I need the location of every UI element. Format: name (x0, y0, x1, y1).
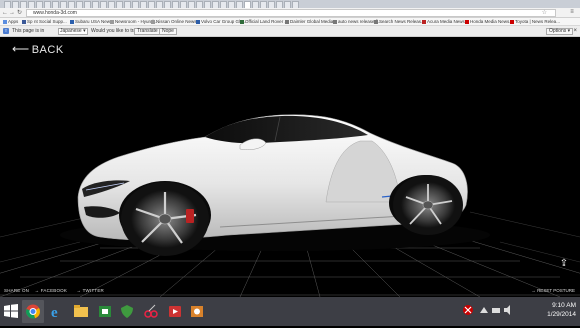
left-arrow-icon: ⟵ (12, 42, 30, 56)
share-links: SHARE ON → FACEBOOK → TWITTER (4, 288, 112, 293)
photo-app-icon[interactable] (186, 300, 208, 323)
browser-tab[interactable] (100, 1, 107, 8)
tray-icons[interactable] (462, 304, 522, 316)
browser-tab[interactable] (260, 1, 267, 8)
bookmark-item[interactable]: Apps (3, 19, 18, 25)
clock-date: 1/29/2014 (547, 311, 576, 318)
snipping-tool-icon[interactable] (140, 300, 162, 323)
browser-tab[interactable] (12, 1, 19, 8)
browser-tab[interactable] (116, 1, 123, 8)
browser-tab[interactable] (156, 1, 163, 8)
browser-tab[interactable] (228, 1, 235, 8)
options-button[interactable]: Options ▾ (546, 28, 574, 35)
browser-tab[interactable] (212, 1, 219, 8)
browser-tab[interactable] (92, 1, 99, 8)
bookmark-item[interactable]: Sp (22, 19, 33, 25)
browser-tab[interactable] (28, 1, 35, 8)
forward-arrow-icon[interactable]: → (9, 9, 15, 17)
translate-bar: T This page is in Japanese ▾ Would you l… (0, 26, 580, 37)
bookmark-item[interactable]: Subaru USA News (70, 19, 112, 25)
translate-icon: T (3, 28, 9, 34)
browser-tab[interactable] (292, 1, 299, 8)
rear-wheel (393, 175, 463, 235)
translate-button[interactable]: Translate (134, 28, 161, 35)
bookmark-item[interactable]: Daimler Global Media... (285, 19, 337, 25)
browser-tab[interactable] (20, 1, 27, 8)
media-icon[interactable] (164, 300, 186, 323)
browser-tab[interactable] (196, 1, 203, 8)
bookmark-item[interactable]: Nissan Online News... (151, 19, 200, 25)
browser-tab[interactable] (148, 1, 155, 8)
browser-tab[interactable] (52, 1, 59, 8)
back-button[interactable]: ⟵ BACK (12, 43, 64, 56)
browser-tab[interactable] (132, 1, 139, 8)
address-bar[interactable]: www.honda-3d.com ☆ (26, 9, 556, 17)
twitter-link[interactable]: → TWITTER (77, 288, 108, 293)
browser-tab[interactable] (108, 1, 115, 8)
browser-tab-active[interactable] (244, 1, 251, 8)
browser-tab[interactable] (252, 1, 259, 8)
car-scene (0, 37, 580, 297)
bookmarks-bar: Apps Sp nt Social Supp... Subaru USA New… (0, 18, 580, 26)
facebook-link[interactable]: → FACEBOOK (35, 288, 72, 293)
share-icon[interactable]: ⇪ (558, 259, 570, 271)
browser-tab[interactable] (236, 1, 243, 8)
close-icon[interactable]: × (573, 28, 577, 34)
reset-posture-link[interactable]: → RESET POSTURE (531, 288, 575, 293)
reload-icon[interactable]: ↻ (17, 9, 22, 17)
browser-tab[interactable] (268, 1, 275, 8)
shield-icon[interactable] (116, 300, 138, 323)
bookmark-item[interactable]: Honda Media News... (465, 19, 513, 25)
browser-tab[interactable] (68, 1, 75, 8)
bookmark-item[interactable]: nt Social Supp... (34, 19, 67, 25)
windows-taskbar: e 9:10 AM 1/29/2014 (0, 297, 580, 326)
store-icon[interactable] (94, 300, 116, 323)
translate-prefix: This page is in (12, 28, 45, 34)
tab-strip (0, 0, 580, 8)
internet-explorer-icon[interactable]: e (46, 300, 68, 323)
browser-tab[interactable] (124, 1, 131, 8)
browser-tab[interactable] (172, 1, 179, 8)
back-arrow-icon[interactable]: ← (2, 9, 8, 17)
bookmark-item[interactable]: Official Land Rover ... (240, 19, 288, 25)
file-explorer-icon[interactable] (70, 300, 92, 323)
browser-tab[interactable] (284, 1, 291, 8)
svg-text:e: e (51, 305, 58, 321)
browser-tab[interactable] (276, 1, 283, 8)
navigation-bar: ← → ↻ www.honda-3d.com ☆ ≡ (0, 8, 580, 18)
car-3d-viewer[interactable]: ⟵ BACK ⇪ SHARE ON → FACEBOOK → TWITTER → … (0, 37, 580, 297)
menu-icon[interactable]: ≡ (568, 9, 576, 17)
browser-tab[interactable] (164, 1, 171, 8)
bookmark-item[interactable]: Volvo Car Group Glo... (196, 19, 246, 25)
browser-tab[interactable] (204, 1, 211, 8)
language-select[interactable]: Japanese ▾ (58, 28, 88, 35)
star-icon[interactable]: ☆ (542, 10, 547, 16)
share-label: SHARE ON (4, 288, 30, 293)
url-text: www.honda-3d.com (33, 10, 77, 16)
browser-tab[interactable] (44, 1, 51, 8)
browser-tab[interactable] (180, 1, 187, 8)
bookmark-item[interactable]: Acura Media News... (422, 19, 469, 25)
front-wheel (121, 182, 209, 256)
browser-tab[interactable] (220, 1, 227, 8)
browser-tab[interactable] (140, 1, 147, 8)
browser-tab[interactable] (76, 1, 83, 8)
browser-tab[interactable] (36, 1, 43, 8)
nope-button[interactable]: Nope (159, 28, 177, 35)
back-label: BACK (31, 44, 64, 56)
browser-tab[interactable] (4, 1, 11, 8)
windows-start-icon[interactable] (3, 303, 19, 319)
browser-tab[interactable] (84, 1, 91, 8)
bookmark-item[interactable]: Toyota | News Relea... (510, 19, 560, 25)
clock[interactable]: 9:10 AM 1/29/2014 (547, 301, 576, 319)
chrome-icon[interactable] (22, 300, 44, 323)
clock-time: 9:10 AM (552, 302, 576, 309)
browser-tab[interactable] (188, 1, 195, 8)
bookmark-item[interactable]: Search News Releas... (374, 19, 425, 25)
browser-tab[interactable] (60, 1, 67, 8)
